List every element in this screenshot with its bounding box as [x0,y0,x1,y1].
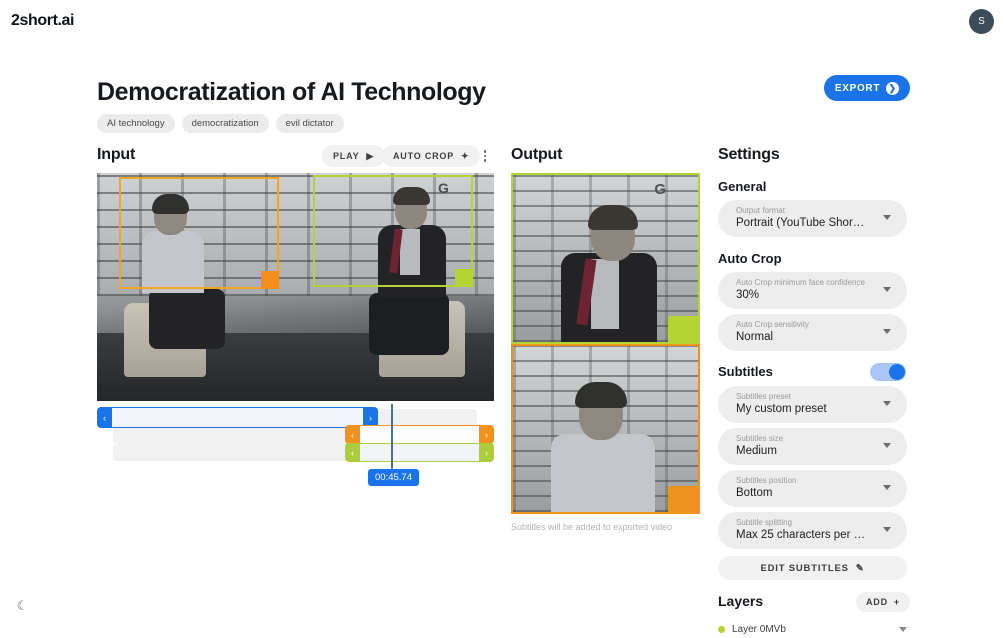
crop-box-green[interactable] [313,175,473,287]
field-value: Portrait (YouTube Shor… [736,217,876,229]
field-value: Max 25 characters per … [736,529,876,541]
clip-body[interactable] [360,425,479,444]
auto-crop-label: AUTO CROP [393,151,454,161]
clip-handle-left[interactable]: ‹ [345,443,360,462]
face-confidence-select[interactable]: Auto Crop minimum face confidence 30% [718,272,907,309]
subtitles-heading: Subtitles [718,364,773,379]
clip-handle-right[interactable]: › [479,443,494,462]
top-bar: 2short.ai S [0,0,1005,42]
add-label: ADD [866,597,888,607]
chevron-down-icon [883,527,891,532]
auto-crop-button[interactable]: AUTO CROP ✦ [382,145,480,167]
input-heading: Input [97,146,135,164]
plus-icon: + [894,597,900,607]
subtitles-position-select[interactable]: Subtitles position Bottom [718,470,907,507]
field-label: Subtitles position [736,476,796,485]
auto-crop-heading: Auto Crop [718,251,782,266]
pencil-icon: ✎ [856,563,865,574]
output-crop-handle[interactable] [668,486,698,512]
field-label: Auto Crop minimum face confidence [736,278,865,287]
field-value: Normal [736,331,876,343]
edit-subtitles-button[interactable]: EDIT SUBTITLES ✎ [718,556,907,580]
subtitles-toggle[interactable] [870,363,906,381]
crop-resize-handle[interactable] [455,269,473,287]
subtitle-splitting-select[interactable]: Subtitle splitting Max 25 characters per… [718,512,907,549]
background-letter: G [654,181,666,198]
arrow-right-circle-icon: ❯ [886,82,899,95]
field-label: Subtitles size [736,434,783,443]
output-clip-bottom[interactable] [511,344,700,514]
clip-handle-left[interactable]: ‹ [97,407,112,428]
tag-item[interactable]: democratization [182,114,269,133]
chevron-down-icon [883,401,891,406]
export-button[interactable]: EXPORT ❯ [824,75,910,101]
play-icon: ▶ [366,151,374,162]
timeline-clip-orange[interactable]: ‹ › [345,425,494,444]
chevron-down-icon[interactable] [899,627,907,632]
output-heading: Output [511,146,562,164]
timeline-clip-green[interactable]: ‹ › [345,443,494,462]
output-clip-top[interactable]: G [511,173,700,344]
crop-box-orange[interactable] [119,177,279,289]
chevron-down-icon [883,443,891,448]
timeline-clip-blue[interactable]: ‹ › [97,407,378,428]
settings-heading: Settings [718,146,780,164]
chevron-down-icon [883,287,891,292]
clip-handle-right[interactable]: › [479,425,494,444]
timeline-playhead[interactable] [391,404,393,474]
general-heading: General [718,179,766,194]
clip-body[interactable] [112,407,363,428]
subtitles-preset-select[interactable]: Subtitles preset My custom preset [718,386,907,423]
field-value: Bottom [736,487,876,499]
tag-list: AI technology democratization evil dicta… [97,114,344,133]
play-button[interactable]: PLAY ▶ [322,145,385,167]
tag-item[interactable]: evil dictator [276,114,344,133]
chevron-down-icon [883,485,891,490]
magic-wand-icon: ✦ [461,151,469,162]
field-value: Medium [736,445,876,457]
add-layer-button[interactable]: ADD + [856,592,910,612]
chevron-down-icon [883,215,891,220]
input-video-preview[interactable]: G [97,173,494,401]
field-label: Subtitles preset [736,392,791,401]
field-label: Output format [736,206,785,215]
page-title: Democratization of AI Technology [97,78,486,107]
avatar[interactable]: S [969,9,994,34]
output-format-select[interactable]: Output format Portrait (YouTube Shor… [718,200,907,237]
moon-icon[interactable]: ☾ [14,597,31,614]
play-label: PLAY [333,151,359,161]
clip-body[interactable] [360,443,479,462]
field-value: 30% [736,289,876,301]
field-value: My custom preset [736,403,876,415]
clip-handle-left[interactable]: ‹ [345,425,360,444]
layers-heading: Layers [718,593,763,609]
layer-name: Layer 0MVb [732,624,892,635]
subtitles-size-select[interactable]: Subtitles size Medium [718,428,907,465]
field-label: Subtitle splitting [736,518,792,527]
crop-resize-handle[interactable] [261,271,279,289]
auto-crop-sensitivity-select[interactable]: Auto Crop sensitivity Normal [718,314,907,351]
edit-subtitles-label: EDIT SUBTITLES [760,563,848,574]
app-logo[interactable]: 2short.ai [11,12,74,30]
output-crop-handle[interactable] [668,316,698,342]
export-label: EXPORT [835,83,880,94]
current-time-badge: 00:45.74 [368,469,419,486]
output-preview[interactable]: G [511,173,700,514]
field-label: Auto Crop sensitivity [736,320,809,329]
more-vertical-icon[interactable] [477,145,493,167]
output-note: Subtitles will be added to exported vide… [511,522,672,532]
layer-list-item[interactable]: Layer 0MVb [718,620,907,638]
layer-color-dot [718,626,725,633]
tag-item[interactable]: AI technology [97,114,175,133]
chevron-down-icon [883,329,891,334]
